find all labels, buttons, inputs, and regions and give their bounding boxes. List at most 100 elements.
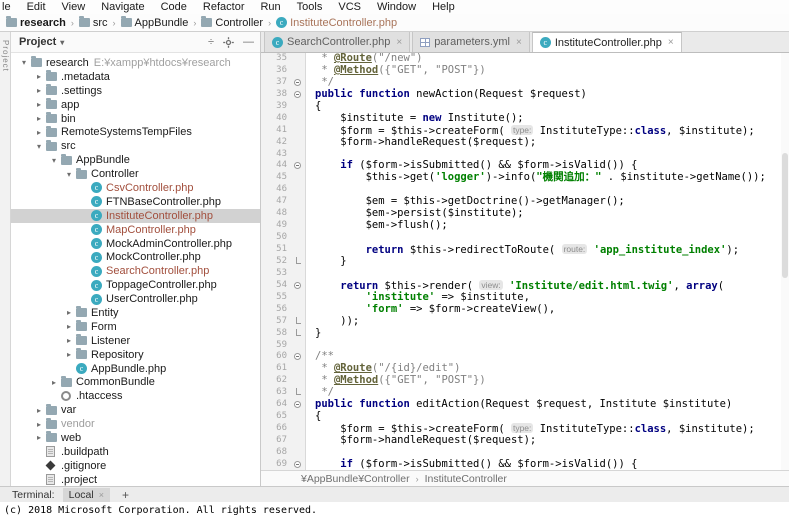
tree-item[interactable]: ▸CommonBundle	[11, 375, 260, 389]
code-line[interactable]: 40 $institute = new Institute();	[261, 113, 789, 125]
fold-open-icon[interactable]	[294, 91, 301, 98]
code-line[interactable]: 64public function editAction(Request $re…	[261, 399, 789, 411]
code-line[interactable]: 62 * @Method({"GET", "POST"})	[261, 375, 789, 387]
tree-item[interactable]: ▾src	[11, 139, 260, 153]
breadcrumb-item[interactable]: Controller	[199, 17, 265, 29]
fold-icon[interactable]	[291, 351, 306, 363]
chevron-expanded-icon[interactable]: ▾	[62, 170, 76, 179]
fold-icon[interactable]	[291, 89, 306, 101]
fold-end-icon[interactable]	[296, 317, 301, 324]
tree-item[interactable]: cToppageController.php	[11, 278, 260, 292]
fold-icon[interactable]	[291, 387, 306, 399]
tree-item[interactable]: .gitignore	[11, 459, 260, 473]
fold-icon[interactable]	[291, 399, 306, 411]
code-line[interactable]: 59	[261, 340, 789, 352]
fold-icon[interactable]	[291, 316, 306, 328]
fold-end-icon[interactable]	[296, 388, 301, 395]
fold-open-icon[interactable]	[294, 461, 301, 468]
tree-item[interactable]: ▸vendor	[11, 417, 260, 431]
menu-item-run[interactable]: Run	[252, 1, 288, 13]
code-line[interactable]: 57 ));	[261, 316, 789, 328]
chevron-collapsed-icon[interactable]: ▸	[47, 378, 61, 387]
chevron-collapsed-icon[interactable]: ▸	[32, 86, 46, 95]
tree-item[interactable]: ▸var	[11, 403, 260, 417]
tree-item[interactable]: ▾Controller	[11, 167, 260, 181]
tree-item[interactable]: .project	[11, 473, 260, 486]
chevron-collapsed-icon[interactable]: ▸	[32, 420, 46, 429]
scrollbar-thumb[interactable]	[782, 153, 788, 278]
menu-item-vcs[interactable]: VCS	[330, 1, 369, 13]
editor-tab[interactable]: parameters.yml×	[412, 32, 530, 52]
code-line[interactable]: 42 $form->handleRequest($request);	[261, 137, 789, 149]
code-line[interactable]: 49 $em->flush();	[261, 220, 789, 232]
project-panel-title[interactable]: Project ▾	[19, 36, 64, 48]
tree-item[interactable]: ▸Form	[11, 320, 260, 334]
tree-item[interactable]: ▸web	[11, 431, 260, 445]
tree-item[interactable]: cInstituteController.php	[11, 209, 260, 223]
chevron-expanded-icon[interactable]: ▾	[47, 156, 61, 165]
menu-item-window[interactable]: Window	[369, 1, 424, 13]
tree-item[interactable]: .htaccess	[11, 389, 260, 403]
chevron-collapsed-icon[interactable]: ▸	[32, 433, 46, 442]
tree-item[interactable]: cAppBundle.php	[11, 362, 260, 376]
editor-scrollbar[interactable]	[781, 53, 789, 470]
breadcrumb-item[interactable]: research	[4, 17, 68, 29]
fold-open-icon[interactable]	[294, 353, 301, 360]
code-line[interactable]: 36 * @Method({"GET", "POST"})	[261, 65, 789, 77]
tree-item[interactable]: ▾research E:¥xampp¥htdocs¥research	[11, 56, 260, 70]
breadcrumb-package[interactable]: ¥AppBundle¥Controller	[301, 473, 410, 485]
fold-icon[interactable]	[291, 280, 306, 292]
menu-item-le[interactable]: le	[0, 1, 19, 13]
fold-open-icon[interactable]	[294, 282, 301, 289]
tree-item[interactable]: ▸Repository	[11, 348, 260, 362]
chevron-collapsed-icon[interactable]: ▸	[32, 128, 46, 137]
tree-item[interactable]: ▸bin	[11, 112, 260, 126]
fold-icon[interactable]	[291, 328, 306, 340]
code-line[interactable]: 67 $form->handleRequest($request);	[261, 435, 789, 447]
fold-open-icon[interactable]	[294, 162, 301, 169]
code-line[interactable]: 53	[261, 268, 789, 280]
tree-item[interactable]: cMockAdminController.php	[11, 237, 260, 251]
menu-item-help[interactable]: Help	[424, 1, 463, 13]
tree-item[interactable]: ▸.settings	[11, 84, 260, 98]
tree-item[interactable]: cSearchController.php	[11, 264, 260, 278]
tree-item[interactable]: ▸Entity	[11, 306, 260, 320]
menu-item-code[interactable]: Code	[153, 1, 195, 13]
menu-item-edit[interactable]: Edit	[19, 1, 54, 13]
chevron-expanded-icon[interactable]: ▾	[17, 58, 31, 67]
chevron-collapsed-icon[interactable]: ▸	[32, 100, 46, 109]
chevron-collapsed-icon[interactable]: ▸	[62, 308, 76, 317]
tree-item[interactable]: cUserController.php	[11, 292, 260, 306]
fold-icon[interactable]	[291, 256, 306, 268]
chevron-collapsed-icon[interactable]: ▸	[32, 114, 46, 123]
code-editor[interactable]: 35 * @Route("/new")36 * @Method({"GET", …	[261, 53, 789, 470]
tree-item[interactable]: ▸app	[11, 98, 260, 112]
code-line[interactable]: 50	[261, 232, 789, 244]
menu-item-navigate[interactable]: Navigate	[93, 1, 152, 13]
close-icon[interactable]: ×	[99, 490, 104, 500]
close-icon[interactable]: ×	[516, 37, 522, 48]
hide-panel-icon[interactable]: —	[243, 37, 254, 48]
tree-item[interactable]: ▾AppBundle	[11, 153, 260, 167]
chevron-collapsed-icon[interactable]: ▸	[62, 322, 76, 331]
tool-stripe-project-button[interactable]: Project	[1, 40, 10, 72]
close-icon[interactable]: ×	[396, 37, 402, 48]
code-line[interactable]: 52 }	[261, 256, 789, 268]
fold-end-icon[interactable]	[296, 257, 301, 264]
menu-item-tools[interactable]: Tools	[289, 1, 331, 13]
collapse-all-icon[interactable]: ÷	[208, 37, 214, 48]
fold-open-icon[interactable]	[294, 79, 301, 86]
fold-open-icon[interactable]	[294, 401, 301, 408]
tree-item[interactable]: cMockController.php	[11, 250, 260, 264]
editor-tab[interactable]: cSearchController.php×	[264, 32, 410, 52]
menu-item-refactor[interactable]: Refactor	[195, 1, 253, 13]
code-line[interactable]: 65{	[261, 411, 789, 423]
tree-item[interactable]: cCsvController.php	[11, 181, 260, 195]
breadcrumb-class[interactable]: InstituteController	[425, 473, 507, 485]
chevron-collapsed-icon[interactable]: ▸	[62, 336, 76, 345]
tree-item[interactable]: ▸RemoteSystemsTempFiles	[11, 125, 260, 139]
code-line[interactable]: 58}	[261, 328, 789, 340]
terminal-output[interactable]: (c) 2018 Microsoft Corporation. All righ…	[0, 502, 789, 520]
close-icon[interactable]: ×	[668, 37, 674, 48]
code-line[interactable]: 45 $this->get('logger')->info("機関追加：" . …	[261, 172, 789, 184]
